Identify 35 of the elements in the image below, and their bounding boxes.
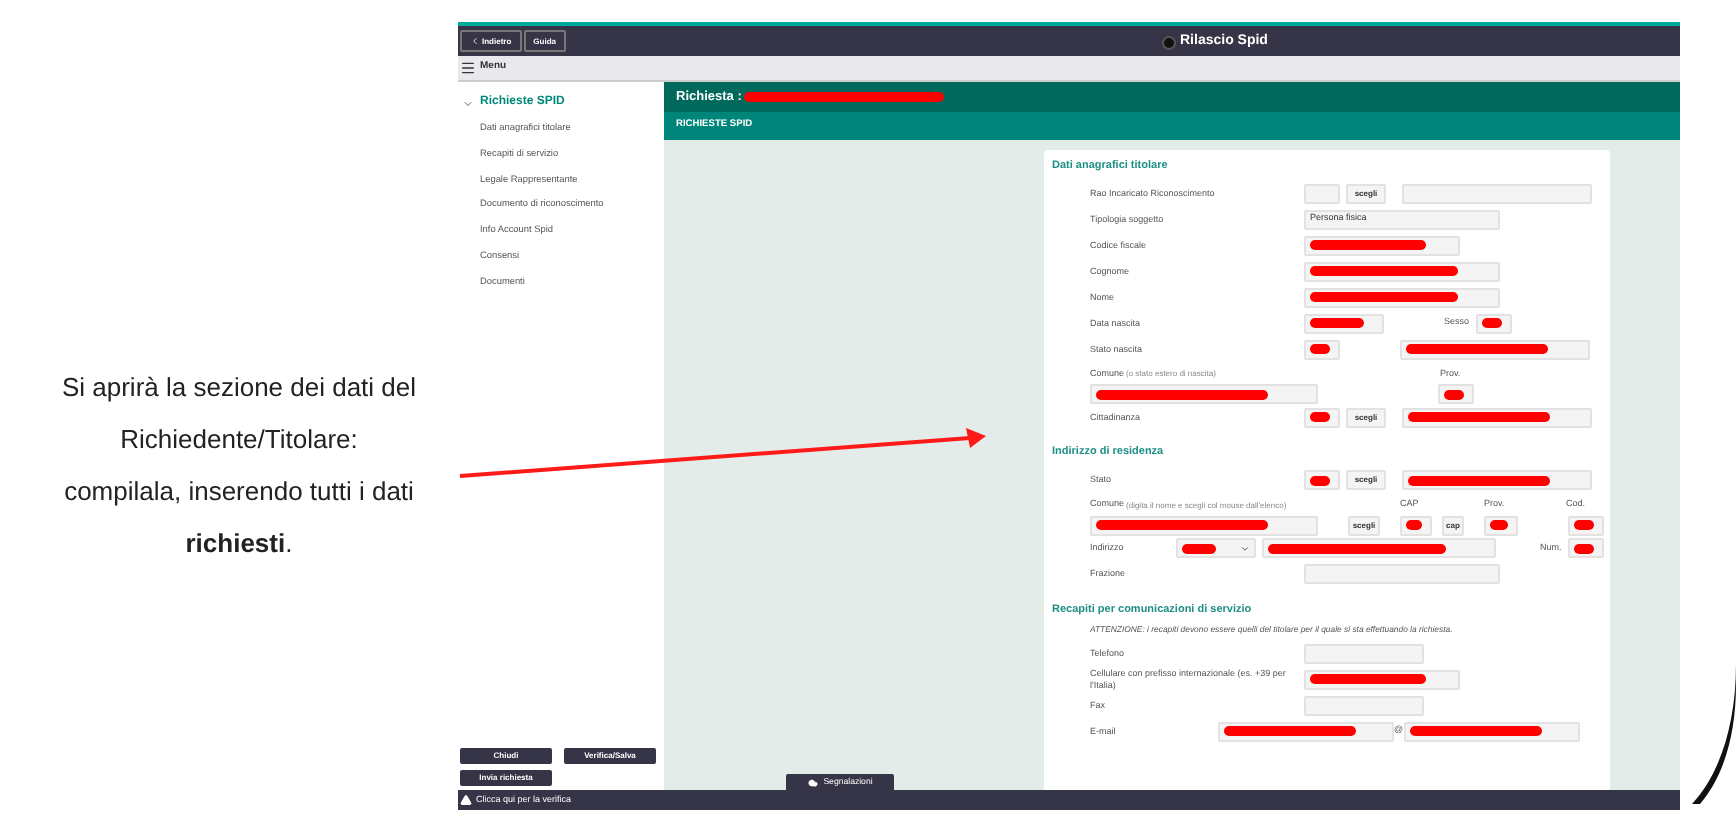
input-field[interactable] <box>1304 261 1500 282</box>
input-field[interactable] <box>1304 643 1424 664</box>
input-field[interactable] <box>1404 721 1580 742</box>
input-field[interactable] <box>1304 313 1384 334</box>
input-field[interactable] <box>1304 407 1340 428</box>
input-field[interactable] <box>1402 407 1592 428</box>
input-field[interactable] <box>1400 515 1432 535</box>
input-field[interactable] <box>1304 339 1340 360</box>
input-field[interactable] <box>1218 721 1394 742</box>
input-field[interactable] <box>1568 515 1604 535</box>
input-field[interactable] <box>1438 384 1474 405</box>
input-field[interactable] <box>1090 515 1318 535</box>
input-field[interactable] <box>1090 384 1318 405</box>
input-field[interactable] <box>1304 695 1424 716</box>
input-field[interactable] <box>1304 287 1500 308</box>
input-field[interactable] <box>1262 538 1496 558</box>
input-field[interactable] <box>1402 183 1592 204</box>
input-field[interactable] <box>1304 470 1340 490</box>
cloud-icon <box>807 777 818 787</box>
dropdown-field[interactable] <box>1176 538 1256 558</box>
input-field[interactable] <box>1484 515 1518 535</box>
logo-icon <box>1162 35 1176 50</box>
input-field[interactable] <box>1400 339 1590 360</box>
input-field[interactable] <box>1304 564 1500 584</box>
input-field[interactable] <box>1568 538 1604 558</box>
warning-icon <box>460 794 472 806</box>
input-field[interactable] <box>1304 183 1340 204</box>
menu-icon[interactable] <box>460 60 476 76</box>
input-field[interactable] <box>1304 669 1460 690</box>
input-field[interactable] <box>1476 313 1512 334</box>
back-icon <box>470 36 480 46</box>
input-field[interactable] <box>1304 235 1460 256</box>
caret-icon <box>1240 543 1250 553</box>
input-field[interactable] <box>1402 470 1592 490</box>
caption-text: Si aprirà la sezione dei dati del Richiedente/Titolare: compilala, inserendo tutti i dati richiesti. <box>61 369 417 561</box>
